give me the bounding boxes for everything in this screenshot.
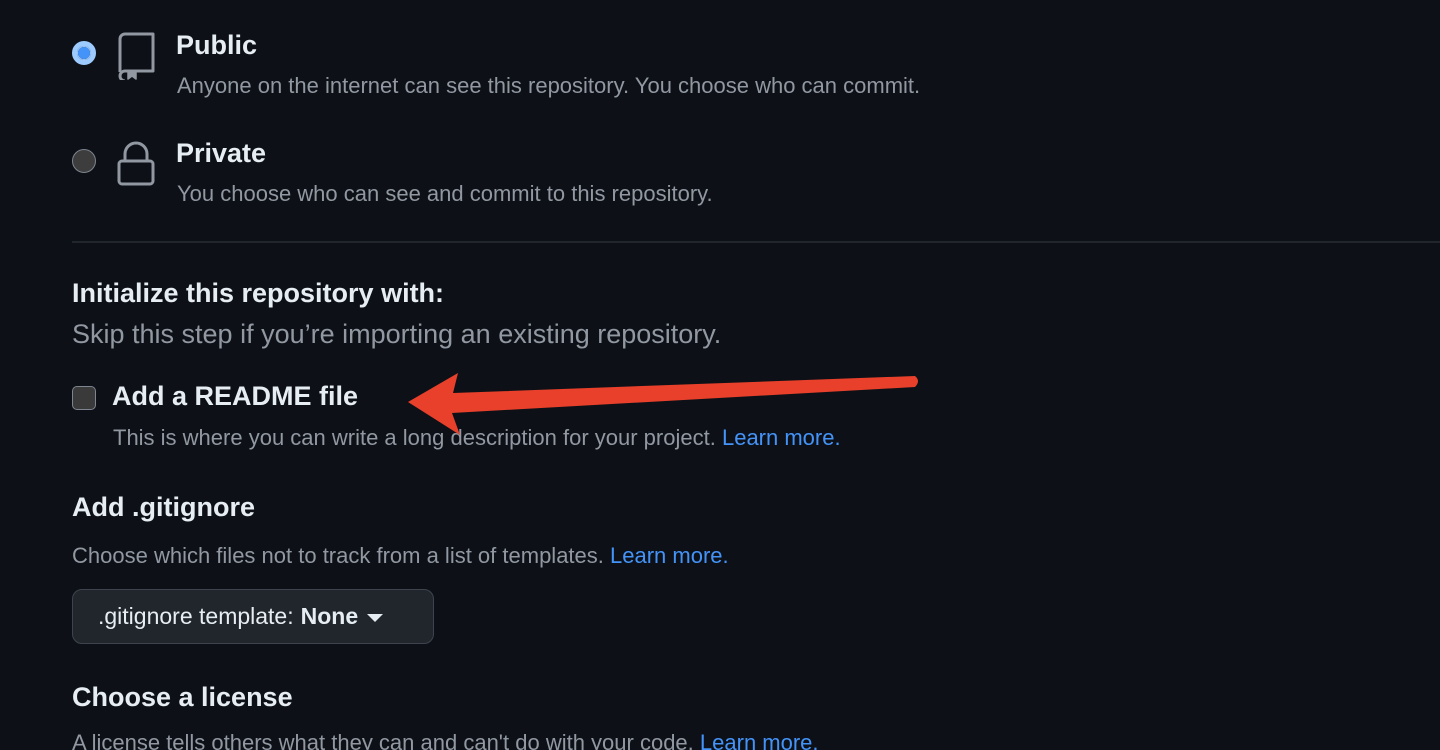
initialize-heading: Initialize this repository with: [72,278,445,308]
create-repository-form: Public Anyone on the internet can see th… [0,0,1440,750]
readme-checkbox[interactable] [72,386,96,410]
gitignore-heading: Add .gitignore [72,492,255,522]
gitignore-learn-more-link[interactable]: Learn more. [610,543,729,568]
private-title[interactable]: Private [176,138,266,169]
red-arrow-annotation-icon [408,373,918,435]
initialize-subtitle: Skip this step if you’re importing an ex… [72,319,722,349]
readme-label[interactable]: Add a README file [112,381,358,412]
private-radio[interactable] [72,149,96,173]
license-description-line: A license tells others what they can and… [72,730,819,750]
repo-icon [116,32,156,85]
gitignore-description-line: Choose which files not to track from a l… [72,543,729,569]
gitignore-select-label: .gitignore template: [98,603,294,629]
lock-icon [116,141,156,192]
public-radio[interactable] [72,41,96,65]
private-description: You choose who can see and commit to thi… [177,181,713,206]
gitignore-template-select[interactable]: .gitignore template: None [72,589,434,644]
public-title[interactable]: Public [176,30,257,61]
license-heading: Choose a license [72,682,293,712]
section-divider [72,241,1440,243]
gitignore-description: Choose which files not to track from a l… [72,543,604,568]
public-description: Anyone on the internet can see this repo… [177,73,921,98]
gitignore-select-value: None [300,603,359,629]
license-learn-more-link[interactable]: Learn more. [700,730,819,750]
caret-down-icon [367,613,384,622]
license-description: A license tells others what they can and… [72,730,694,750]
arrow-shape [408,373,918,435]
